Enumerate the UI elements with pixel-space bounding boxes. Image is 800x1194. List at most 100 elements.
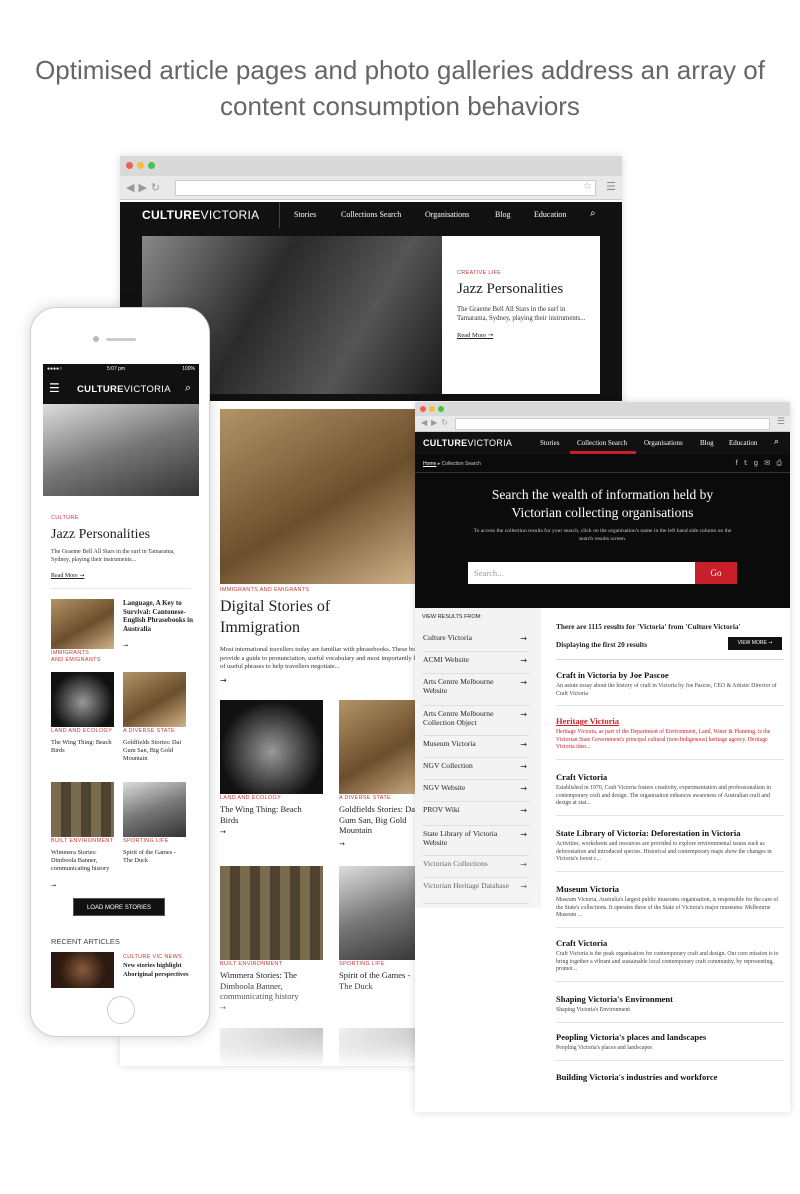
hero-category[interactable]: CREATIVE LIFE — [457, 270, 586, 276]
address-bar[interactable] — [455, 418, 770, 430]
go-button[interactable]: Go — [695, 562, 737, 584]
share-icons[interactable]: f 𝕥 g ✉ ⎙ — [735, 459, 784, 468]
card-image[interactable] — [51, 672, 114, 727]
search-icon[interactable]: ⌕ — [185, 381, 191, 395]
recent-article-image[interactable] — [51, 952, 114, 988]
org-item[interactable]: NGV Collection → — [423, 758, 529, 780]
result-title[interactable]: Shaping Victoria's Environment — [556, 994, 784, 1004]
card-category[interactable]: BUILT ENVIRONMENT — [220, 961, 282, 967]
nav-collection-search[interactable]: Collection Search — [577, 439, 627, 447]
nav-blog[interactable]: Blog — [700, 439, 714, 447]
org-item[interactable]: NGV Website → — [423, 780, 529, 802]
nav-organisations[interactable]: Organisations — [644, 439, 683, 447]
result-title[interactable]: State Library of Victoria: Deforestation… — [556, 828, 784, 838]
card-arrow-icon[interactable]: → — [220, 828, 226, 836]
feature-arrow-icon[interactable]: → — [220, 676, 227, 685]
nav-stories[interactable]: Stories — [540, 439, 559, 447]
recent-article-category[interactable]: CULTURE VIC NEWS — [123, 954, 182, 960]
card-title[interactable]: The Wing Thing: Beach Birds — [220, 804, 320, 825]
card-image[interactable] — [123, 782, 186, 837]
card-arrow-icon[interactable]: → — [51, 882, 56, 889]
card-category[interactable]: LAND AND ECOLOGY — [220, 795, 281, 801]
card-title[interactable]: Wimmera Stories: Dimboola Banner, commun… — [51, 849, 114, 873]
org-item[interactable]: Arts Centre Melbourne Website → — [423, 674, 529, 706]
minimize-dot[interactable] — [429, 406, 435, 412]
site-logo[interactable]: CULTUREVICTORIA — [142, 208, 259, 222]
org-item[interactable]: Museum Victoria → — [423, 736, 529, 758]
result-title[interactable]: Craft in Victoria by Joe Pascoe — [556, 670, 784, 680]
maximize-dot[interactable] — [438, 406, 444, 412]
result-item[interactable]: Heritage Victoria Heritage Victoria, as p… — [556, 716, 784, 760]
hero-title[interactable]: Jazz Personalities — [457, 281, 586, 298]
card-title[interactable]: Spirit of the Games - The Duck — [123, 849, 186, 865]
card-title[interactable]: Goldfields Stories: Dai Gum San, Big Gol… — [339, 804, 419, 836]
card-title[interactable]: The Wing Thing: Beach Birds — [51, 739, 114, 755]
recent-article-title[interactable]: New stories highlight Aboriginal perspec… — [123, 962, 191, 979]
search-icon[interactable]: ⌕ — [590, 208, 596, 219]
result-title[interactable]: Craft Victoria — [556, 938, 784, 948]
phone-home-button[interactable] — [107, 996, 135, 1024]
menu-icon[interactable]: ☰ — [606, 180, 616, 193]
minimize-dot[interactable] — [137, 162, 144, 169]
view-more-button[interactable]: VIEW MORE → — [728, 637, 782, 650]
result-title[interactable]: Building Victoria's industries and workf… — [556, 1072, 784, 1082]
nav-collections-search[interactable]: Collections Search — [341, 210, 401, 219]
result-item[interactable]: Museum Victoria Museum Victoria, Australi… — [556, 884, 784, 928]
maximize-dot[interactable] — [148, 162, 155, 169]
org-item[interactable]: Victorian Heritage Database → — [423, 878, 529, 904]
list-item-arrow-icon[interactable]: → — [123, 642, 128, 649]
card-image[interactable] — [51, 782, 114, 837]
org-item[interactable]: Arts Centre Melbourne Collection Object → — [423, 706, 529, 736]
card-category[interactable]: SPORTING LIFE — [123, 838, 169, 844]
menu-icon[interactable]: ☰ — [777, 417, 785, 427]
mobile-read-more[interactable]: Read More → — [51, 572, 84, 579]
result-item[interactable]: Peopling Victoria's places and landscape… — [556, 1032, 784, 1061]
result-item[interactable]: Craft Victoria Craft Victoria is the peak… — [556, 938, 784, 982]
result-title[interactable]: Heritage Victoria — [556, 716, 784, 726]
card-image[interactable] — [123, 672, 186, 727]
card-category[interactable]: BUILT ENVIRONMENT — [51, 838, 113, 844]
card-category[interactable]: A DIVERSE STATE — [123, 728, 175, 734]
feature-title[interactable]: Digital Stories of Immigration — [220, 596, 370, 638]
result-item[interactable]: Building Victoria's industries and workf… — [556, 1072, 784, 1085]
card-category[interactable]: SPORTING LIFE — [339, 961, 385, 967]
org-item[interactable]: Victorian Collections → — [423, 856, 529, 878]
site-logo[interactable]: CULTUREVICTORIA — [77, 384, 171, 395]
search-input[interactable]: Search... — [468, 562, 695, 584]
result-item[interactable]: Craft in Victoria by Joe Pascoe An astute… — [556, 670, 784, 706]
nav-education[interactable]: Education — [729, 439, 757, 447]
result-item[interactable]: Craft Victoria Established in 1970, Craft… — [556, 772, 784, 816]
back-forward-icon[interactable]: ◀▶↻ — [421, 418, 452, 427]
org-item[interactable]: Culture Victoria → — [423, 630, 529, 652]
list-item-image[interactable] — [51, 599, 114, 649]
card-title[interactable]: Goldfields Stories: Dai Gum San, Big Gol… — [123, 739, 186, 763]
card-image[interactable] — [220, 700, 323, 794]
result-item[interactable]: State Library of Victoria: Deforestation… — [556, 828, 784, 872]
search-icon[interactable]: ⌕ — [774, 437, 779, 447]
org-item[interactable]: ACMI Website → — [423, 652, 529, 674]
result-title[interactable]: Peopling Victoria's places and landscape… — [556, 1032, 784, 1042]
card-category[interactable]: LAND AND ECOLOGY — [51, 728, 112, 734]
result-title[interactable]: Craft Victoria — [556, 772, 784, 782]
close-dot[interactable] — [126, 162, 133, 169]
card-arrow-icon[interactable]: → — [339, 840, 345, 848]
load-more-button[interactable]: LOAD MORE STORIES — [73, 898, 165, 916]
result-item[interactable]: Shaping Victoria's Environment Shaping Vi… — [556, 994, 784, 1023]
list-item-category[interactable]: IMMIGRANTS AND EMIGRANTS — [51, 650, 101, 664]
card-image[interactable] — [220, 866, 323, 960]
hero-read-more[interactable]: Read More → — [457, 331, 586, 339]
mobile-hero-title[interactable]: Jazz Personalities — [51, 527, 150, 543]
nav-organisations[interactable]: Organisations — [425, 210, 469, 219]
nav-stories[interactable]: Stories — [294, 210, 316, 219]
list-item-title[interactable]: Language, A Key to Survival: Cantonese-E… — [123, 599, 195, 633]
org-item[interactable]: PROV Wiki → — [423, 802, 529, 826]
result-title[interactable]: Museum Victoria — [556, 884, 784, 894]
card-category[interactable]: A DIVERSE STATE — [339, 795, 391, 801]
feature-image[interactable] — [220, 409, 420, 584]
feature-category[interactable]: IMMIGRANTS AND EMIGRANTS — [220, 587, 309, 593]
nav-education[interactable]: Education — [534, 210, 566, 219]
star-icon[interactable]: ☆ — [583, 181, 592, 192]
nav-blog[interactable]: Blog — [495, 210, 511, 219]
mobile-hero-image[interactable] — [43, 404, 199, 496]
org-item[interactable]: State Library of Victoria Website → — [423, 826, 529, 856]
